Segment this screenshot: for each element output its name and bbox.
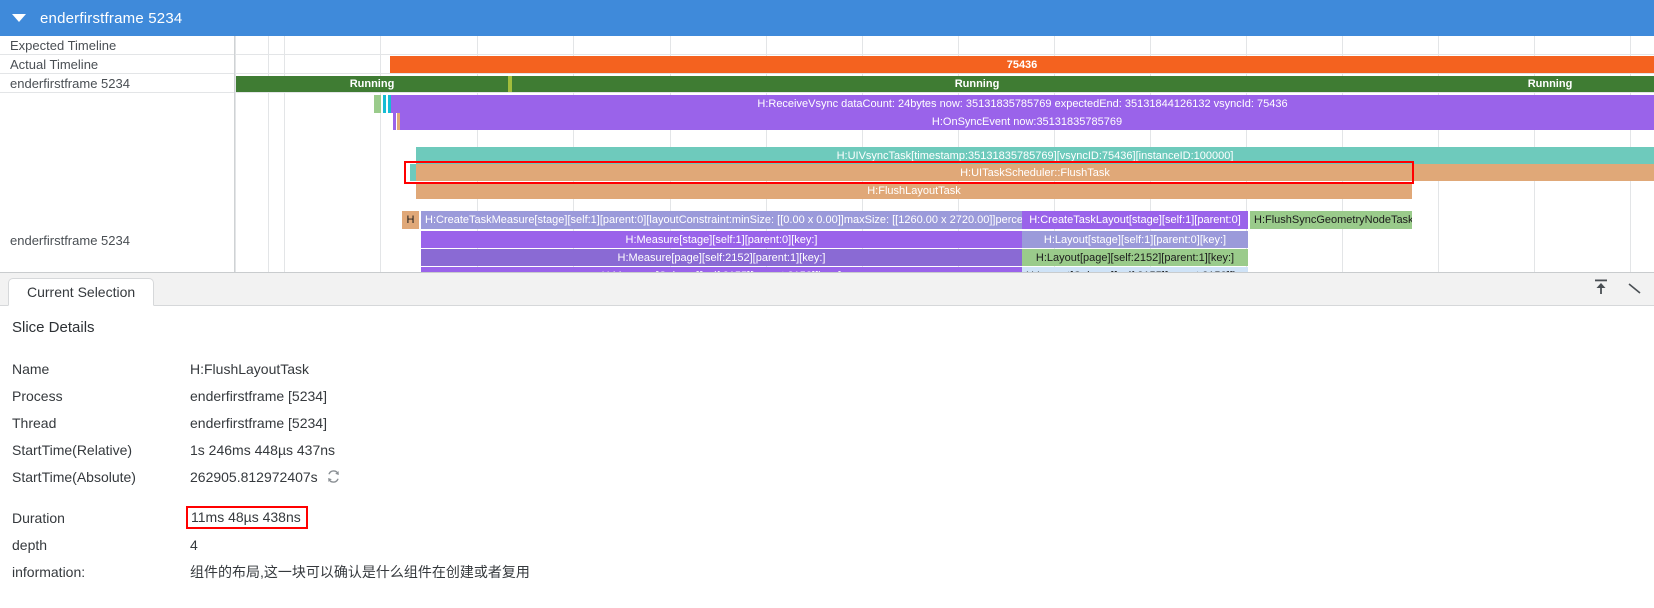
timeline-slice[interactable]: H:FlushLayoutTask	[416, 182, 1412, 199]
running-segment-label: Running	[951, 78, 1004, 90]
detail-row-value-text: H:FlushLayoutTask	[190, 361, 309, 377]
timeline-flamechart[interactable]: 75436 Running Running Running H:ReceiveVsync…	[0, 36, 1654, 272]
detail-row: NameH:FlushLayoutTask	[12, 355, 1412, 382]
timeline-slice[interactable]: H	[402, 211, 419, 229]
timeline-slice-label: H:Measure[page][self:2152][parent:1][key…	[614, 252, 830, 264]
row-label-thread-header[interactable]: enderfirstframe 5234	[0, 74, 234, 93]
detail-row-key: Process	[12, 388, 190, 404]
micro-slice-green[interactable]	[374, 95, 381, 113]
process-header-title: enderfirstframe 5234	[40, 10, 182, 27]
running-segment-label: Running	[1524, 78, 1577, 90]
row-label-thread-track-text: enderfirstframe 5234	[10, 233, 234, 248]
detail-row-key: Duration	[12, 510, 190, 526]
process-header-bar[interactable]: enderfirstframe 5234	[0, 0, 1654, 36]
timeline-slice[interactable]: H:FlushSyncGeometryNodeTasks	[1250, 211, 1412, 229]
timeline-slice[interactable]: H:OnSyncEvent now:35131835785769	[400, 113, 1654, 130]
detail-row: StartTime(Relative)1s 246ms 448µs 437ns	[12, 436, 1412, 463]
detail-row: information:组件的布局,这一块可以确认是什么组件在创建或者复用	[12, 558, 1412, 585]
detail-row-key: Name	[12, 361, 190, 377]
row-label-thread-track[interactable]: enderfirstframe 5234	[0, 93, 234, 272]
micro-slice-cyan[interactable]	[383, 95, 386, 113]
timeline-slice-label: H:OnSyncEvent now:35131835785769	[928, 116, 1126, 128]
detail-row-value-text: enderfirstframe [5234]	[190, 415, 327, 431]
timeline-slice[interactable]: H:UITaskScheduler::FlushTask	[416, 164, 1654, 181]
timeline-slice[interactable]: H:CreateTaskLayout[stage][self:1][parent…	[1022, 211, 1248, 229]
detail-row-value: H:FlushLayoutTask	[190, 361, 309, 377]
detail-row: Processenderfirstframe [5234]	[12, 382, 1412, 409]
running-segment-label: Running	[346, 78, 399, 90]
slice-details-list: NameH:FlushLayoutTaskProcessenderfirstfr…	[12, 355, 1412, 585]
detail-row-value-text: 组件的布局,这一块可以确认是什么组件在创建或者复用	[190, 562, 530, 582]
detail-row-key: Thread	[12, 415, 190, 431]
detail-panel: Current Selection Slice Details NameH:Fl…	[0, 272, 1654, 608]
detail-row: Duration11ms 48µs 438ns	[12, 504, 1412, 531]
running-segment[interactable]: Running	[1446, 76, 1654, 92]
timeline-slice-label: H:UIVsyncTask[timestamp:35131835785769][…	[833, 150, 1238, 162]
timeline-slice-label: H:CreateTaskMeasure[stage][self:1][paren…	[421, 214, 1022, 226]
row-label-expected-timeline[interactable]: Expected Timeline	[0, 36, 234, 55]
timeline-slice-label: H:Layout[page][self:2152][parent:1][key:…	[1032, 252, 1238, 264]
row-label-actual-timeline[interactable]: Actual Timeline	[0, 55, 234, 74]
detail-row-value: enderfirstframe [5234]	[190, 388, 327, 404]
refresh-icon[interactable]	[326, 469, 341, 484]
detail-row-value: 4	[190, 537, 198, 553]
detail-row-key: information:	[12, 564, 190, 580]
micro-slice-teal[interactable]	[410, 164, 416, 181]
timeline-slice-label: H:Layout[stage][self:1][parent:0][key:]	[1040, 234, 1230, 246]
detail-row-value: enderfirstframe [5234]	[190, 415, 327, 431]
detail-row-value-text: 262905.812972407s	[190, 469, 318, 485]
micro-slice-purple[interactable]	[393, 113, 396, 130]
tab-current-selection[interactable]: Current Selection	[8, 278, 154, 306]
detail-row-value: 组件的布局,这一块可以确认是什么组件在创建或者复用	[190, 562, 530, 582]
row-separator	[235, 73, 1654, 74]
detail-row: depth4	[12, 531, 1412, 558]
running-marker[interactable]	[508, 76, 512, 92]
detail-row-value-text: 11ms 48µs 438ns	[186, 506, 308, 529]
timeline-slice[interactable]: H:Measure[stage][self:1][parent:0][key:]	[421, 231, 1022, 248]
timeline-slice-label: 75436	[1003, 59, 1042, 71]
timeline-slice[interactable]: H:UIVsyncTask[timestamp:35131835785769][…	[416, 147, 1654, 164]
detail-row-spacer	[12, 490, 1412, 504]
row-separator	[235, 54, 1654, 55]
timeline-slice[interactable]: H:Layout[stage][self:1][parent:0][key:]	[1022, 231, 1248, 248]
timeline-slice-label: H:FlushLayoutTask	[863, 185, 965, 197]
timeline-slice-label: H:UITaskScheduler::FlushTask	[956, 167, 1114, 179]
chevron-down-icon[interactable]	[12, 14, 26, 22]
timeline-slice-label: H:FlushSyncGeometryNodeTasks	[1250, 214, 1412, 226]
collapse-up-icon[interactable]	[1592, 277, 1610, 297]
timeline-slice-label: H	[403, 214, 419, 226]
detail-row-value-text: 4	[190, 537, 198, 553]
timeline-row-label-column: Expected Timeline Actual Timeline enderf…	[0, 36, 235, 272]
timeline-slice-label: H:ReceiveVsync dataCount: 24bytes now: 3…	[753, 98, 1291, 110]
timeline-slice[interactable]: H:CreateTaskMeasure[stage][self:1][paren…	[421, 211, 1022, 229]
running-segment[interactable]: Running	[236, 76, 508, 92]
detail-row-key: depth	[12, 537, 190, 553]
gridline	[284, 36, 285, 272]
actual-timeline-bar[interactable]: 75436	[390, 56, 1654, 73]
slice-details-title: Slice Details	[12, 319, 95, 336]
detail-tab-tools	[1592, 277, 1644, 297]
detail-row-value: 262905.812972407s	[190, 469, 341, 485]
gridline	[235, 36, 236, 272]
running-segment[interactable]: Running	[512, 76, 1442, 92]
timeline-slice-label: H:Measure[stage][self:1][parent:0][key:]	[622, 234, 822, 246]
timeline-slice[interactable]: H:ReceiveVsync dataCount: 24bytes now: 3…	[391, 95, 1654, 113]
detail-row-value: 1s 246ms 448µs 437ns	[190, 442, 335, 458]
detail-row-value: 11ms 48µs 438ns	[190, 506, 308, 529]
gridline	[380, 36, 381, 272]
detail-tabbar: Current Selection	[0, 273, 1654, 306]
detail-row-value-text: enderfirstframe [5234]	[190, 388, 327, 404]
detail-row-key: StartTime(Absolute)	[12, 469, 190, 485]
timeline-slice[interactable]: H:Measure[page][self:2152][parent:1][key…	[421, 249, 1022, 266]
detail-row-key: StartTime(Relative)	[12, 442, 190, 458]
detail-row-value-text: 1s 246ms 448µs 437ns	[190, 442, 335, 458]
detail-row: Threadenderfirstframe [5234]	[12, 409, 1412, 436]
timeline-slice[interactable]: H:Layout[page][self:2152][parent:1][key:…	[1022, 249, 1248, 266]
chevron-down-icon[interactable]	[1626, 277, 1644, 297]
row-separator	[235, 92, 1654, 93]
detail-row: StartTime(Absolute)262905.812972407s	[12, 463, 1412, 490]
gridline	[268, 36, 269, 272]
timeline-slice-label: H:CreateTaskLayout[stage][self:1][parent…	[1025, 214, 1245, 226]
